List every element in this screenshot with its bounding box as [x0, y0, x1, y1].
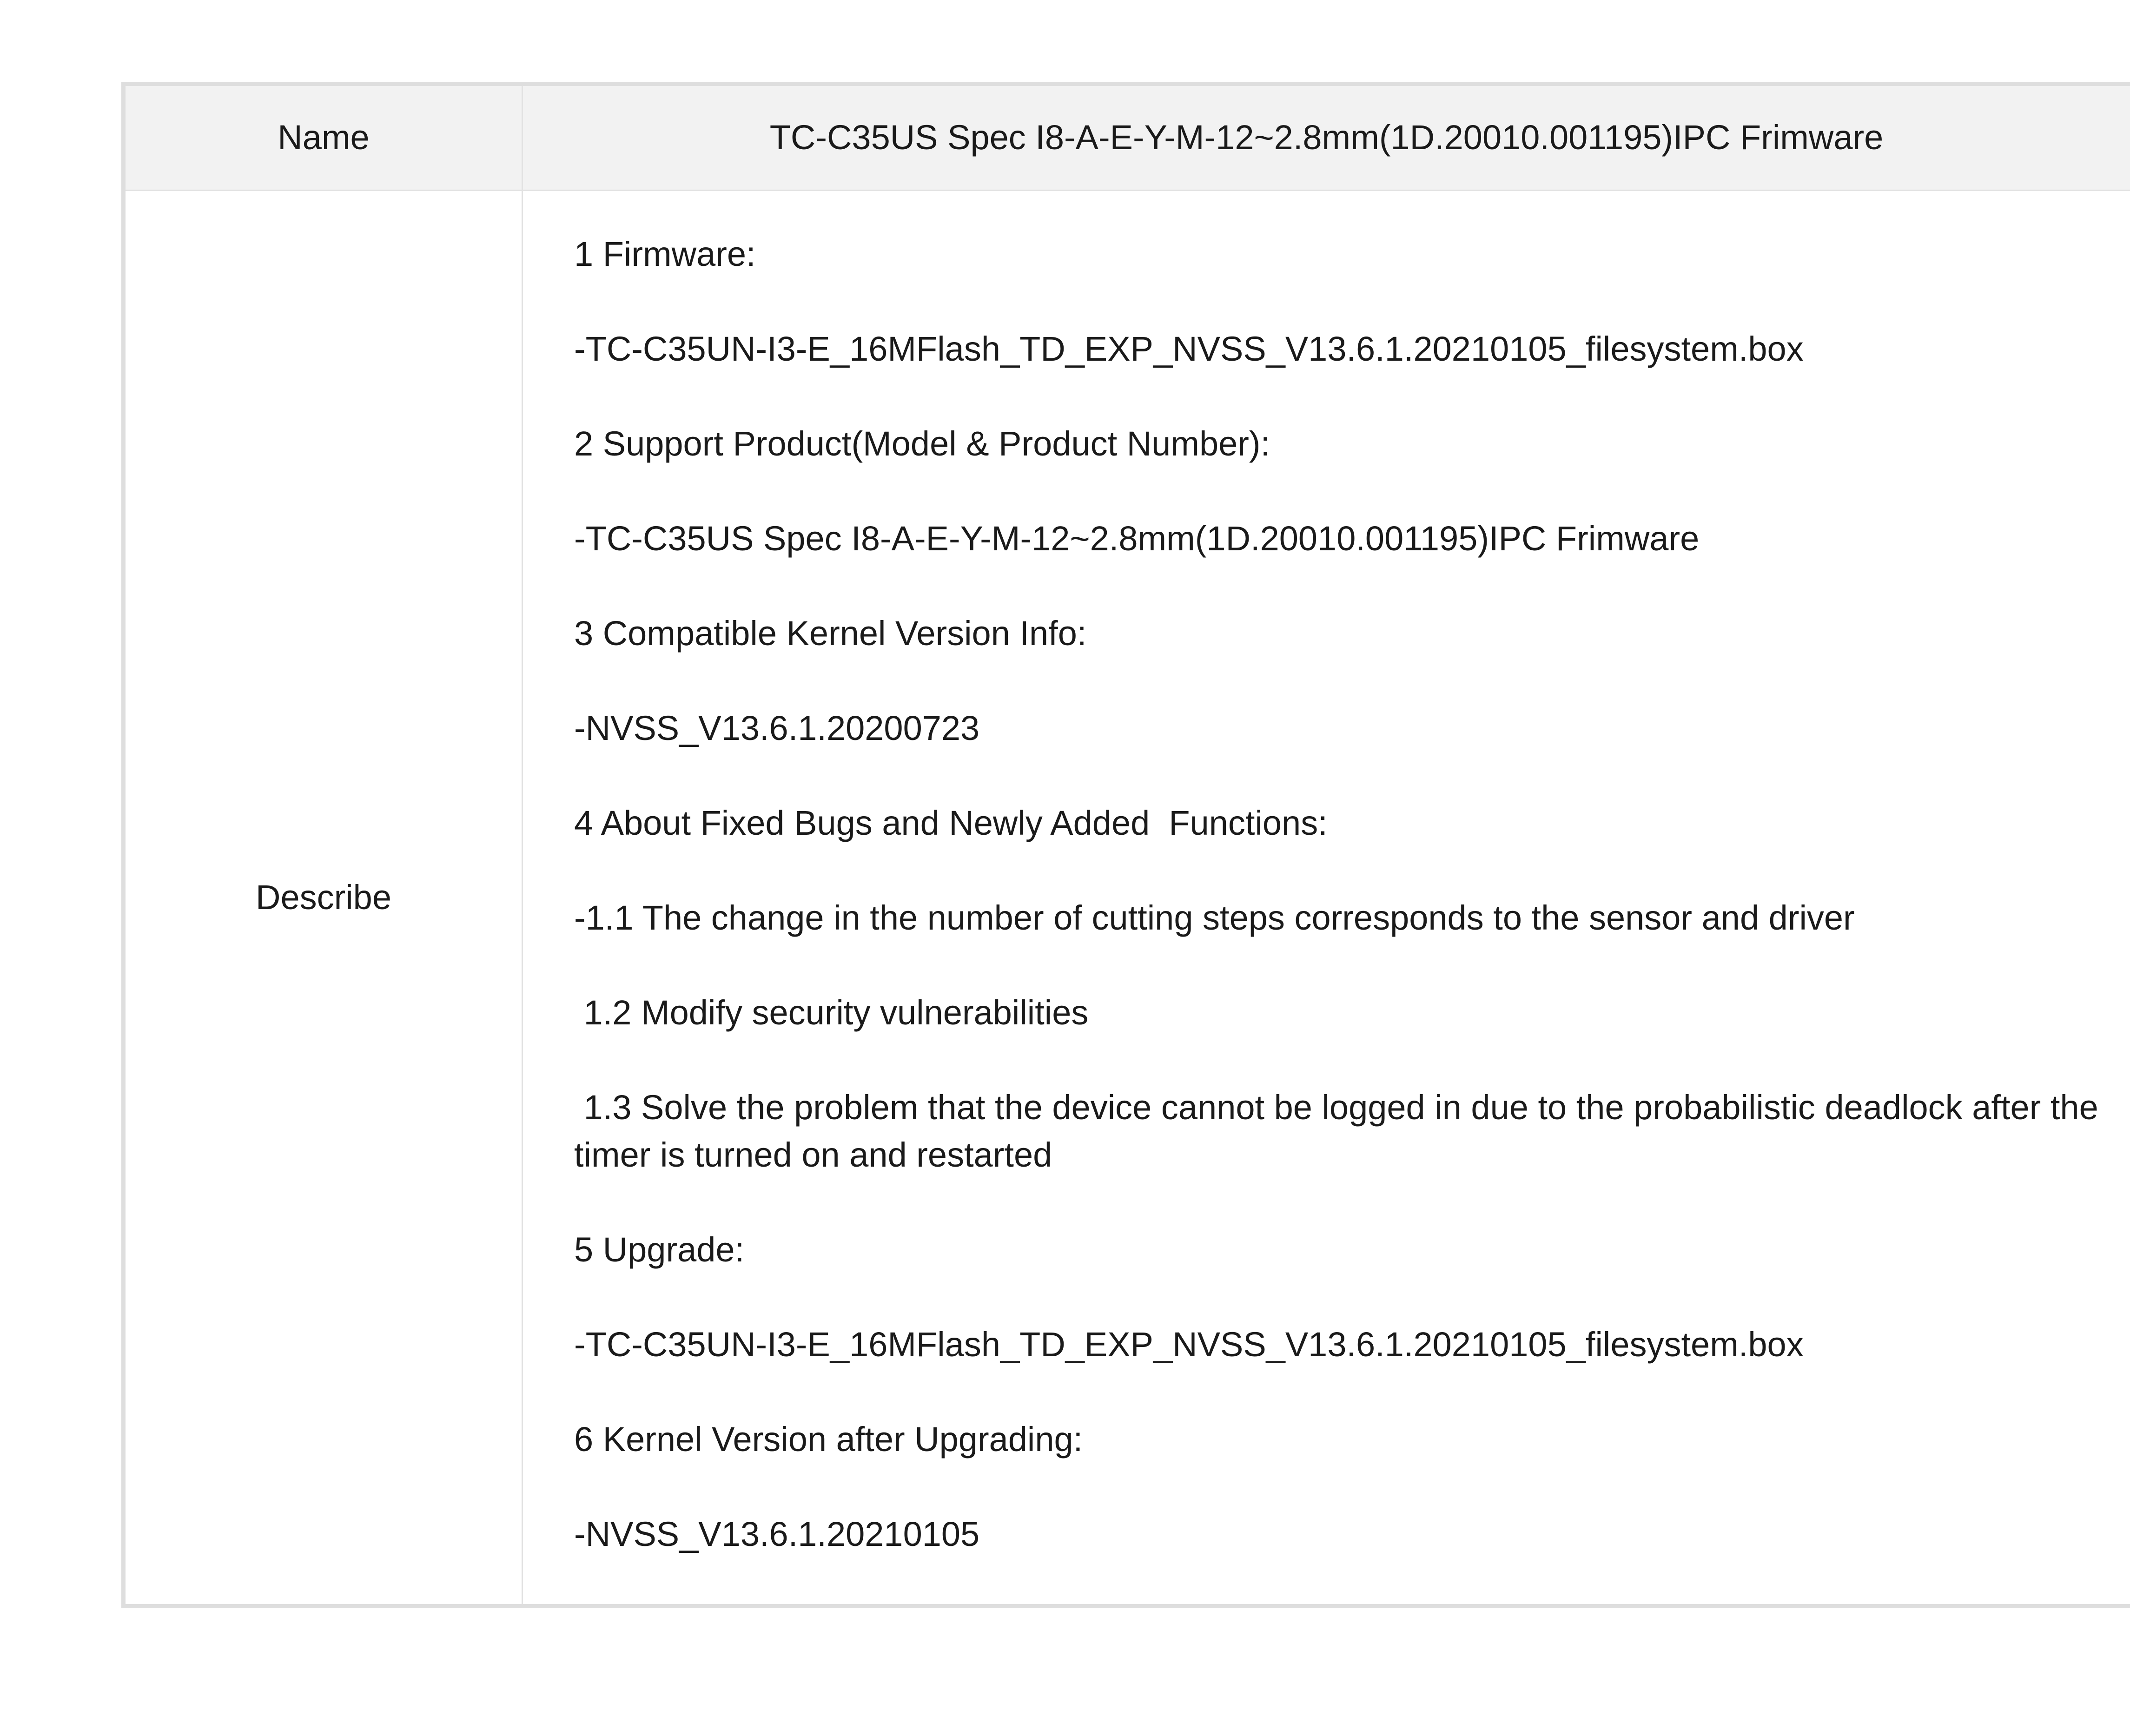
fixed-bug-item-1: -1.1 The change in the number of cutting…	[574, 898, 1855, 937]
firmware-file: -TC-C35UN-I3-E_16MFlash_TD_EXP_NVSS_V13.…	[574, 330, 1804, 368]
name-label-cell: Name	[126, 86, 523, 190]
kernel-after-upgrade-heading: 6 Kernel Version after Upgrading:	[574, 1420, 1083, 1459]
upgrade-file: -TC-C35UN-I3-E_16MFlash_TD_EXP_NVSS_V13.…	[574, 1325, 1804, 1364]
fixed-bugs-heading: 4 About Fixed Bugs and Newly Added Funct…	[574, 804, 1328, 842]
compatible-kernel-value: -NVSS_V13.6.1.20200723	[574, 709, 980, 747]
upgrade-heading: 5 Upgrade:	[574, 1230, 745, 1269]
describe-content-cell: 1 Firmware: -TC-C35UN-I3-E_16MFlash_TD_E…	[523, 191, 2130, 1604]
fixed-bug-item-3: 1.3 Solve the problem that the device ca…	[574, 1088, 2108, 1174]
kernel-after-upgrade-value: -NVSS_V13.6.1.20210105	[574, 1515, 980, 1553]
name-value-cell: TC-C35US Spec I8-A-E-Y-M-12~2.8mm(1D.200…	[523, 86, 2130, 190]
page: Name TC-C35US Spec I8-A-E-Y-M-12~2.8mm(1…	[0, 0, 2130, 1736]
describe-label-cell: Describe	[126, 191, 523, 1604]
table-body-row: Describe 1 Firmware: -TC-C35UN-I3-E_16MF…	[126, 191, 2130, 1604]
compatible-kernel-heading: 3 Compatible Kernel Version Info:	[574, 614, 1087, 653]
describe-label: Describe	[256, 878, 391, 917]
name-value: TC-C35US Spec I8-A-E-Y-M-12~2.8mm(1D.200…	[769, 118, 1884, 157]
fixed-bug-item-2: 1.2 Modify security vulnerabilities	[574, 993, 1089, 1032]
support-product-heading: 2 Support Product(Model & Product Number…	[574, 424, 1270, 463]
table-header-row: Name TC-C35US Spec I8-A-E-Y-M-12~2.8mm(1…	[126, 86, 2130, 191]
name-label: Name	[278, 118, 370, 157]
spec-table: Name TC-C35US Spec I8-A-E-Y-M-12~2.8mm(1…	[121, 82, 2130, 1608]
firmware-heading: 1 Firmware:	[574, 235, 756, 273]
support-product-value: -TC-C35US Spec I8-A-E-Y-M-12~2.8mm(1D.20…	[574, 519, 1700, 558]
